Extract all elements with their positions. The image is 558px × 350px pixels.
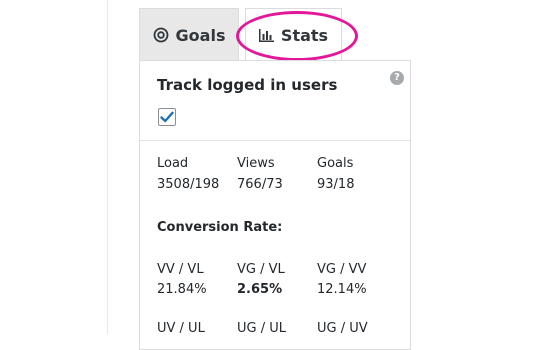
views-value: 766/73	[237, 177, 283, 192]
goals-value: 93/18	[317, 177, 355, 192]
vv-vl-value: 21.84%	[157, 282, 207, 297]
track-logged-in-checkbox[interactable]	[158, 108, 176, 126]
goals-label: Goals	[317, 156, 354, 171]
tab-goals[interactable]: Goals	[139, 8, 239, 61]
load-value: 3508/198	[157, 177, 220, 192]
views-label: Views	[237, 156, 275, 171]
stats-panel: Track logged in users ? Load Views Goals…	[139, 60, 411, 350]
vg-vv-label: VG / VV	[317, 262, 367, 277]
checkmark-icon	[160, 111, 174, 123]
tab-stats[interactable]: Stats	[245, 8, 342, 61]
target-icon	[153, 27, 169, 43]
vv-vl-label: VV / VL	[157, 262, 204, 277]
tab-goals-label: Goals	[175, 25, 226, 45]
vg-vv-value: 12.14%	[317, 282, 367, 297]
tracking-section: Track logged in users ?	[140, 61, 410, 141]
load-label: Load	[157, 156, 189, 171]
left-divider	[107, 0, 108, 334]
vg-vl-label: VG / VL	[237, 262, 285, 277]
vg-vl-value: 2.65%	[237, 282, 283, 297]
track-logged-in-label: Track logged in users	[157, 76, 338, 94]
help-icon[interactable]: ?	[390, 71, 404, 85]
tab-stats-label: Stats	[280, 25, 329, 45]
bar-chart-icon	[258, 28, 274, 42]
conversion-rate-title: Conversion Rate:	[157, 220, 283, 235]
